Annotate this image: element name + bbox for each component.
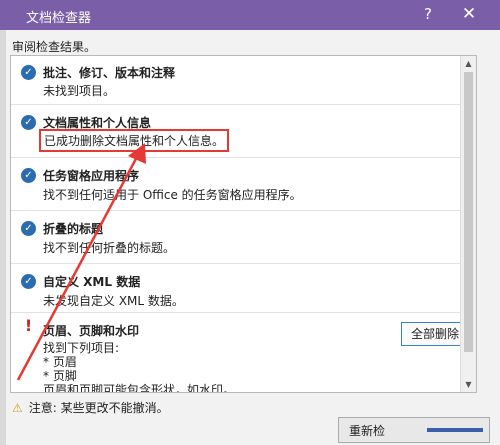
annotation-arrow: [16, 143, 146, 381]
